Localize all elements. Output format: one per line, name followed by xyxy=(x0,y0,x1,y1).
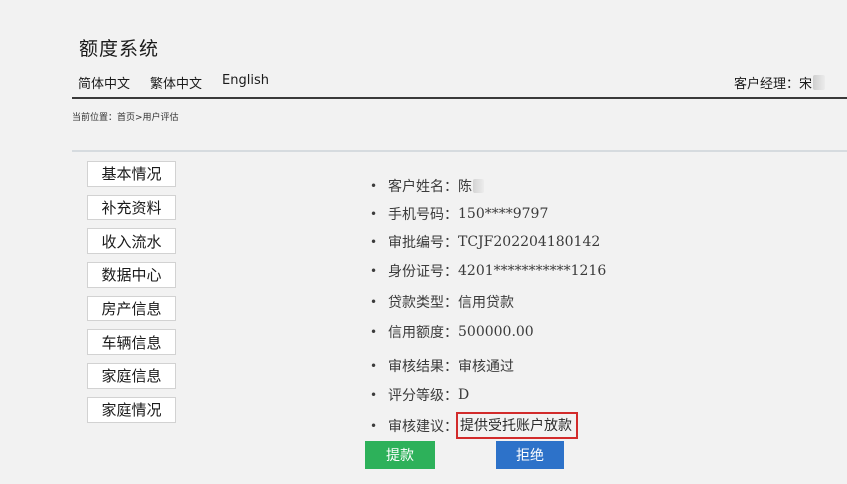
review-result-value: 审核通过 xyxy=(458,359,514,375)
sidebar-item-property[interactable]: 房产信息 xyxy=(87,295,176,322)
app-title: 额度系统 xyxy=(79,38,160,60)
content-divider xyxy=(72,150,847,152)
phone-value: 150****9797 xyxy=(458,206,549,222)
sidebar-item-family-status[interactable]: 家庭情况 xyxy=(87,396,176,423)
loan-type-value: 信用贷款 xyxy=(458,295,514,311)
info-row-score-grade: • 评分等级： D xyxy=(370,387,470,404)
account-manager-label: 客户经理：宋 xyxy=(733,77,812,92)
sidebar-item-vehicle[interactable]: 车辆信息 xyxy=(87,329,176,356)
info-row-approval-number: • 审批编号： TCJF202204180142 xyxy=(370,234,601,251)
info-row-credit-limit: • 信用额度： 500000.00 xyxy=(370,324,534,341)
approval-number-value: TCJF202204180142 xyxy=(458,234,601,250)
loan-system-page: 额度系统 简体中文 繁体中文 English 客户经理：宋 当前位置：首页>用户… xyxy=(0,0,847,484)
reject-button[interactable]: 拒绝 xyxy=(496,441,564,469)
info-label: 审核建议： xyxy=(388,418,458,435)
customer-name-value: 陈 xyxy=(458,179,472,195)
info-row-id-number: • 身份证号： 4201***********1216 xyxy=(370,263,607,280)
info-label: 评分等级： xyxy=(388,388,458,404)
credit-limit-value: 500000.00 xyxy=(458,324,534,340)
header-divider xyxy=(72,97,847,99)
id-number-value: 4201***********1216 xyxy=(458,263,607,279)
info-label: 客户姓名： xyxy=(388,179,458,195)
sidebar: 基本情况 补充资料 收入流水 数据中心 房产信息 车辆信息 家庭信息 家庭情况 xyxy=(87,161,176,423)
account-manager: 客户经理：宋 xyxy=(734,73,825,92)
info-row-name: • 客户姓名： 陈 xyxy=(370,176,484,196)
info-label: 贷款类型： xyxy=(388,295,458,311)
redacted-name-block xyxy=(813,75,825,90)
info-row-phone: • 手机号码： 150****9797 xyxy=(370,206,549,223)
info-label: 信用额度： xyxy=(388,325,458,341)
lang-simplified-chinese[interactable]: 简体中文 xyxy=(78,73,130,92)
info-row-loan-type: • 贷款类型： 信用贷款 xyxy=(370,292,514,312)
sidebar-item-basic-info[interactable]: 基本情况 xyxy=(87,161,176,187)
language-switcher: 简体中文 繁体中文 English xyxy=(78,73,269,92)
info-label: 手机号码： xyxy=(388,207,458,223)
info-label: 审批编号： xyxy=(388,235,458,251)
withdraw-button[interactable]: 提款 xyxy=(365,441,435,469)
breadcrumb: 当前位置：首页>用户评估 xyxy=(72,113,179,123)
score-grade-value: D xyxy=(458,387,470,403)
sidebar-item-data-center[interactable]: 数据中心 xyxy=(87,262,176,288)
redacted-name-block xyxy=(473,179,484,193)
sidebar-item-family-info[interactable]: 家庭信息 xyxy=(87,363,176,389)
info-row-review-result: • 审核结果： 审核通过 xyxy=(370,356,514,376)
info-label: 身份证号： xyxy=(388,264,458,280)
review-advice-highlight: 提供受托账户放款 xyxy=(456,412,578,439)
lang-traditional-chinese[interactable]: 繁体中文 xyxy=(150,73,202,92)
sidebar-item-supplementary[interactable]: 补充资料 xyxy=(87,194,176,221)
sidebar-item-income-statement[interactable]: 收入流水 xyxy=(87,228,176,255)
info-row-review-advice: • 审核建议： 提供受托账户放款 xyxy=(370,412,578,439)
info-label: 审核结果： xyxy=(388,359,458,375)
lang-english[interactable]: English xyxy=(222,73,269,92)
